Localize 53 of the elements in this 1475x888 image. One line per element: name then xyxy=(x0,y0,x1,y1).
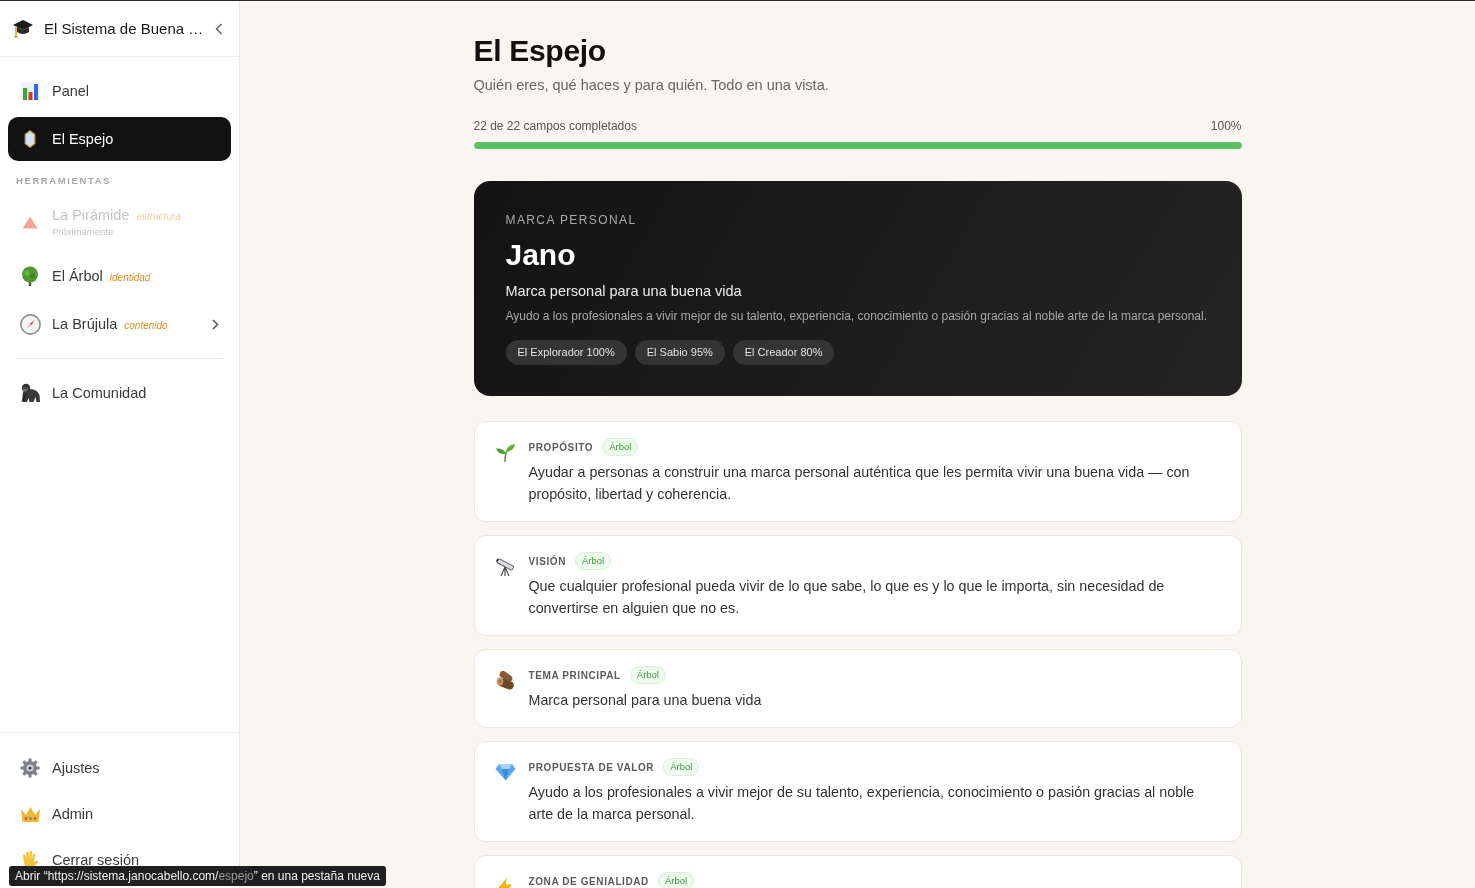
nav-item[interactable]: Ajustes xyxy=(8,746,231,790)
chevron-left-icon xyxy=(215,22,224,35)
field-label: PROPUESTA DE VALOR xyxy=(528,761,655,773)
source-tag: Árbol xyxy=(602,438,639,456)
field-label: ZONA DE GENIALIDAD xyxy=(528,875,649,887)
nav-item[interactable]: La Comunidad xyxy=(8,371,231,415)
crown-icon xyxy=(19,805,41,823)
progress-label: 22 de 22 campos completados xyxy=(473,119,637,133)
source-tag: Árbol xyxy=(629,666,666,684)
field-label: TEMA PRINCIPAL xyxy=(528,669,621,681)
triangle-icon xyxy=(22,215,38,229)
gear-icon xyxy=(20,758,40,778)
gorilla-icon xyxy=(19,383,41,403)
field-label: VISIÓN xyxy=(528,555,566,567)
field-text: Marca personal para una buena vida xyxy=(528,691,763,710)
archetype-chip: El Creador 80% xyxy=(732,340,835,365)
progress-percent: 100% xyxy=(1210,119,1242,133)
mirror-icon xyxy=(24,130,36,148)
brand-name: Jano xyxy=(505,237,577,273)
nav-item[interactable]: La Brújula contenido xyxy=(8,302,231,346)
link-status-tooltip: Abrir “https://sistema.janocabello.com/espejo” en una pestaña nueva xyxy=(9,866,386,886)
coming-soon-note: Próximamente xyxy=(52,226,115,237)
source-tag: Árbol xyxy=(663,758,700,776)
archetype-chip: El Sabio 95% xyxy=(634,340,725,365)
source-tag: Árbol xyxy=(657,872,695,888)
app-title: El Sistema de Buena … xyxy=(44,20,204,37)
nav-item[interactable]: El Árbol identidad xyxy=(8,254,231,298)
field-text: Ayudar a personas a construir una marca personal auténtica que les permita vivir una buena vida — con propósito, libertad y coherencia. xyxy=(528,463,1191,504)
telescope-icon xyxy=(494,557,516,577)
nav-item[interactable]: El Espejo xyxy=(8,117,231,161)
graduation-cap-icon xyxy=(12,18,34,39)
card-eyebrow: MARCA PERSONAL xyxy=(505,213,638,227)
source-tag: Árbol xyxy=(575,552,612,570)
category-tag: identidad xyxy=(109,272,151,283)
seedling-icon xyxy=(494,443,516,463)
compass-icon xyxy=(19,313,41,335)
field-text: Ayudo a los profesionales a vivir mejor de su talento, experiencia, conocimiento o pasión gracias al noble arte de la marca personal. xyxy=(528,783,1196,824)
page-title: El Espejo xyxy=(473,33,607,69)
page-subtitle: Quién eres, qué haces y para quién. Todo en una vista. xyxy=(473,76,830,94)
brand-description: Ayudo a los profesionales a vivir mejor de su talento, experiencia, conocimiento o pasión gracias al noble arte de la marca personal. xyxy=(505,308,1208,324)
field-text: Que cualquier profesional pueda vivir de lo que sabe, lo que es y lo que le importa, sin necesidad de convertirse en alguien que no es. xyxy=(528,577,1166,618)
gem-icon xyxy=(494,763,516,781)
brand-tagline: Marca personal para una buena vida xyxy=(505,282,743,300)
field-label: PROPÓSITO xyxy=(528,441,594,453)
category-tag: estructura xyxy=(136,211,181,222)
nav-item[interactable]: Panel xyxy=(8,69,231,113)
section-heading: HERRAMIENTAS xyxy=(15,174,113,188)
tree-icon xyxy=(20,266,40,286)
category-tag: contenido xyxy=(124,320,168,331)
nav-item[interactable]: Admin xyxy=(8,792,231,836)
logs-icon xyxy=(494,671,516,691)
bar-chart-icon xyxy=(20,81,40,101)
archetype-chip: El Explorador 100% xyxy=(505,340,627,365)
